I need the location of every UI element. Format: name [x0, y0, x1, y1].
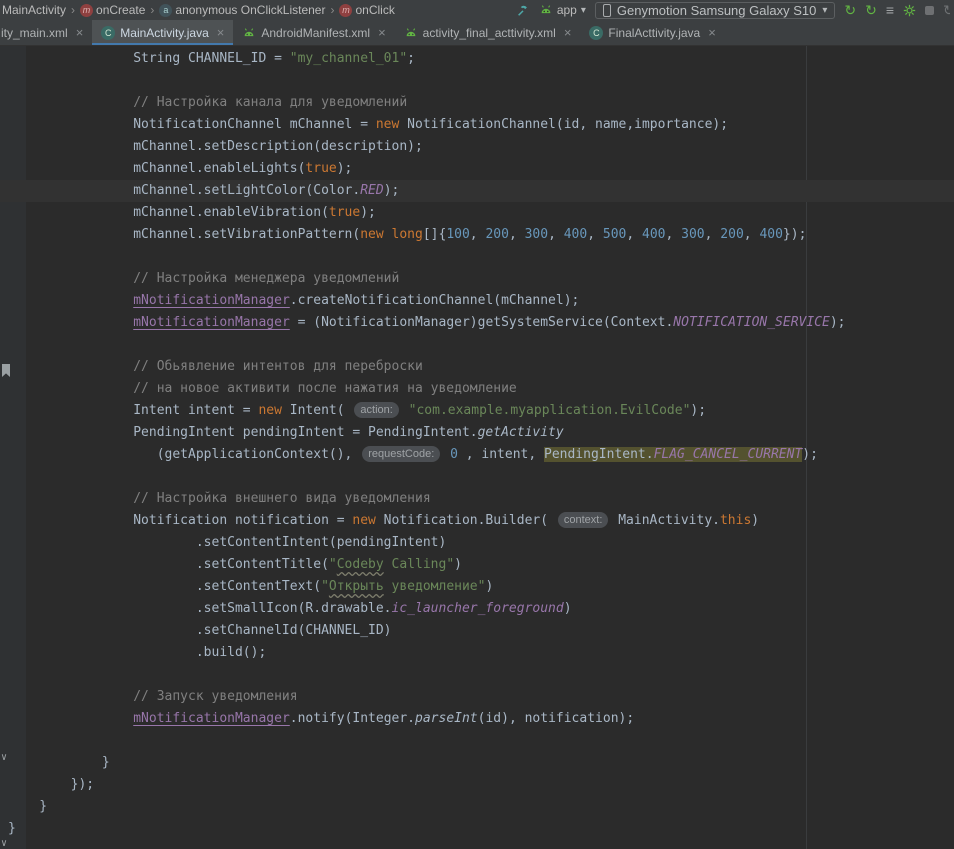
- close-icon[interactable]: ×: [76, 26, 84, 39]
- breadcrumb-item-anonymous-listener[interactable]: anonymous OnClickListener: [175, 3, 325, 17]
- editor[interactable]: ∨ ∨ String CHANNEL_ID = "my_channel_01";…: [0, 46, 954, 849]
- navigation-bar: MainActivity › m onCreate › a anonymous …: [0, 0, 954, 20]
- code-line: mNotificationManager = (NotificationMana…: [0, 312, 954, 334]
- code-line: (getApplicationContext(), requestCode: 0…: [0, 444, 954, 466]
- chevron-right-icon: ›: [330, 3, 334, 17]
- code-line: [0, 246, 954, 268]
- tab-activity-main-xml[interactable]: ity_main.xml ×: [0, 20, 92, 45]
- code-line: .build();: [0, 642, 954, 664]
- breadcrumb-item-oncreate[interactable]: onCreate: [96, 3, 145, 17]
- hamburger-menu-icon[interactable]: ≡: [886, 3, 894, 17]
- tab-label: MainActivity.java: [120, 26, 208, 40]
- device-label: Genymotion Samsung Galaxy S10: [617, 3, 816, 18]
- code-line: Notification notification = new Notifica…: [0, 510, 954, 532]
- code-line: NotificationChannel mChannel = new Notif…: [0, 114, 954, 136]
- stop-icon[interactable]: [925, 6, 934, 15]
- code-line: // Настройка внешнего вида уведомления: [0, 488, 954, 510]
- fold-marker-icon[interactable]: ∨: [1, 838, 7, 849]
- anonymous-class-icon: a: [159, 4, 172, 17]
- apply-code-changes-icon[interactable]: ↻: [865, 3, 877, 17]
- close-icon[interactable]: ×: [378, 26, 386, 39]
- tab-label: ity_main.xml: [1, 26, 68, 40]
- tab-finalacttivity-java[interactable]: C FinalActtivity.java ×: [580, 20, 724, 45]
- method-icon: m: [80, 4, 93, 17]
- code-line: mChannel.enableVibration(true);: [0, 202, 954, 224]
- build-hammer-icon[interactable]: [516, 3, 530, 17]
- chevron-down-icon: ▾: [822, 5, 827, 16]
- tab-label: activity_final_acttivity.xml: [423, 26, 556, 40]
- code-line: [0, 664, 954, 686]
- code-line: [0, 70, 954, 92]
- code-line: .setContentIntent(pendingIntent): [0, 532, 954, 554]
- run-toolbar: app ▾ Genymotion Samsung Galaxy S10 ▾ ↻ …: [516, 2, 950, 19]
- code-line: [0, 730, 954, 752]
- java-class-icon: C: [589, 26, 603, 40]
- tab-activity-final-acttivity-xml[interactable]: activity_final_acttivity.xml ×: [395, 20, 581, 45]
- code-line: .setSmallIcon(R.drawable.ic_launcher_for…: [0, 598, 954, 620]
- close-icon[interactable]: ×: [217, 26, 225, 39]
- code-line: // Настройка менеджера уведомлений: [0, 268, 954, 290]
- chevron-right-icon: ›: [71, 3, 75, 17]
- gear-icon[interactable]: [903, 4, 916, 17]
- code-line: // на новое активити после нажатия на ув…: [0, 378, 954, 400]
- run-configuration-label: app: [557, 3, 577, 17]
- ide-window: MainActivity › m onCreate › a anonymous …: [0, 0, 954, 849]
- code-line: .setContentText("Открыть уведомление"): [0, 576, 954, 598]
- editor-tab-bar: ity_main.xml × C MainActivity.java × And…: [0, 20, 954, 46]
- code-line: mChannel.setDescription(description);: [0, 136, 954, 158]
- tab-mainactivity-java[interactable]: C MainActivity.java ×: [92, 20, 233, 45]
- run-configuration-select[interactable]: app ▾: [539, 3, 586, 17]
- tab-label: AndroidManifest.xml: [261, 26, 370, 40]
- code-line: mNotificationManager.createNotificationC…: [0, 290, 954, 312]
- code-line: // Запуск уведомления: [0, 686, 954, 708]
- code-line: [0, 334, 954, 356]
- code-line: mNotificationManager.notify(Integer.pars…: [0, 708, 954, 730]
- close-icon[interactable]: ×: [564, 26, 572, 39]
- code-line: mChannel.enableLights(true);: [0, 158, 954, 180]
- breadcrumb: MainActivity › m onCreate › a anonymous …: [2, 3, 395, 17]
- toolbar-clipped-icon[interactable]: ↻: [943, 3, 950, 17]
- tab-label: FinalActtivity.java: [608, 26, 700, 40]
- code-line: }: [0, 818, 954, 840]
- code-line: });: [0, 774, 954, 796]
- apply-changes-icon[interactable]: ↻: [844, 3, 856, 17]
- code-line: // Настройка канала для уведомлений: [0, 92, 954, 114]
- code-line: // Обьявление интентов для переброски: [0, 356, 954, 378]
- fold-marker-icon[interactable]: ∨: [1, 752, 7, 763]
- code-line: .setChannelId(CHANNEL_ID): [0, 620, 954, 642]
- code-line: mChannel.setLightColor(Color.RED);: [0, 180, 954, 202]
- code-line: PendingIntent pendingIntent = PendingInt…: [0, 422, 954, 444]
- code-line: }: [0, 752, 954, 774]
- code-line: [0, 466, 954, 488]
- close-icon[interactable]: ×: [708, 26, 716, 39]
- code-line: mChannel.setVibrationPattern(new long[]{…: [0, 224, 954, 246]
- code-line: String CHANNEL_ID = "my_channel_01";: [0, 48, 954, 70]
- java-class-icon: C: [101, 26, 115, 40]
- code-line: .setContentTitle("Codeby Calling"): [0, 554, 954, 576]
- breadcrumb-item-class[interactable]: MainActivity: [2, 3, 66, 17]
- breadcrumb-item-onclick[interactable]: onClick: [355, 3, 394, 17]
- chevron-down-icon: ▾: [581, 5, 586, 16]
- android-icon: [242, 26, 256, 40]
- android-icon: [539, 3, 553, 17]
- code-line: Intent intent = new Intent( action: "com…: [0, 400, 954, 422]
- code-area: String CHANNEL_ID = "my_channel_01"; // …: [0, 46, 954, 840]
- chevron-right-icon: ›: [150, 3, 154, 17]
- tab-androidmanifest-xml[interactable]: AndroidManifest.xml ×: [233, 20, 394, 45]
- android-icon: [404, 26, 418, 40]
- method-icon: m: [339, 4, 352, 17]
- device-select[interactable]: Genymotion Samsung Galaxy S10 ▾: [595, 2, 835, 19]
- code-line: }: [0, 796, 954, 818]
- phone-icon: [603, 4, 611, 17]
